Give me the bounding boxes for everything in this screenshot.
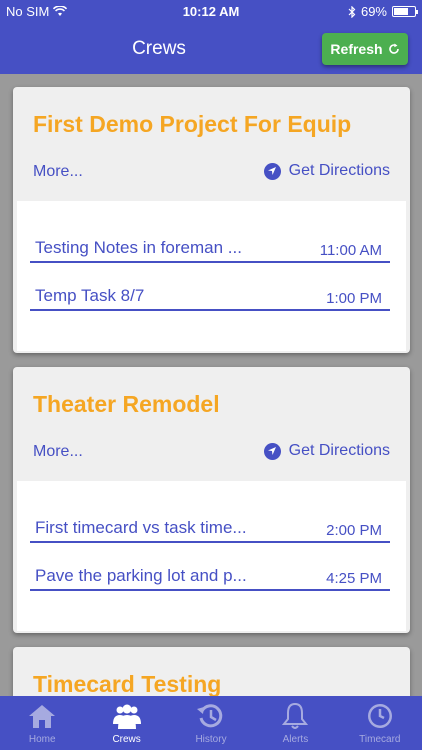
task-name: Temp Task 8/7 [35, 286, 145, 305]
tab-label: History [195, 734, 227, 745]
tab-label: Home [28, 734, 56, 745]
task-name: Pave the parking lot and p... [35, 566, 247, 585]
tab-label: Timecard [359, 734, 401, 745]
tab-label: Alerts [282, 734, 309, 745]
nav-bar: Crews Refresh [0, 24, 422, 74]
task-row[interactable]: Temp Task 8/7 1:00 PM [30, 283, 390, 311]
project-title: Timecard Testing [33, 671, 222, 696]
task-row[interactable]: Pave the parking lot and p... 4:25 PM [30, 563, 390, 591]
task-time: 2:00 PM [326, 522, 382, 539]
status-bar: No SIM 10:12 AM 69% [0, 0, 422, 24]
tab-alerts[interactable]: Alerts [253, 696, 337, 750]
get-directions-label: Get Directions [288, 162, 390, 179]
navigation-arrow-icon [263, 162, 281, 180]
clock-icon [367, 704, 392, 728]
crew-list[interactable]: First Demo Project For Equip More... Get… [0, 74, 422, 696]
task-row[interactable]: Testing Notes in foreman ... 11:00 AM [30, 235, 390, 263]
history-icon [197, 704, 223, 728]
task-time: 11:00 AM [319, 242, 382, 259]
refresh-button[interactable]: Refresh [322, 33, 408, 65]
more-link[interactable]: More... [33, 163, 83, 181]
home-icon [29, 705, 56, 728]
tab-timecard[interactable]: Timecard [338, 696, 422, 750]
get-directions-label: Get Directions [288, 442, 390, 459]
status-right: 69% [348, 4, 418, 19]
get-directions-button[interactable]: Get Directions [263, 162, 390, 180]
task-row[interactable]: First timecard vs task time... 2:00 PM [30, 515, 390, 543]
page-title: Crews [132, 38, 186, 59]
task-list: Testing Notes in foreman ... 11:00 AM Te… [17, 201, 406, 351]
tab-label: Crews [112, 734, 141, 745]
project-title: First Demo Project For Equip [33, 111, 352, 137]
refresh-icon [388, 43, 399, 54]
task-time: 1:00 PM [326, 290, 382, 307]
navigation-arrow-icon [263, 442, 281, 460]
task-time: 4:25 PM [326, 570, 382, 587]
task-name: First timecard vs task time... [35, 518, 247, 537]
task-list: First timecard vs task time... 2:00 PM P… [17, 481, 406, 631]
crews-icon [112, 704, 141, 729]
bell-icon [282, 702, 309, 729]
tab-home[interactable]: Home [0, 696, 84, 750]
task-name: Testing Notes in foreman ... [35, 238, 242, 257]
tab-bar: Home Crews History Alerts Timecard [0, 696, 422, 750]
project-card: Theater Remodel More... Get Directions F… [13, 367, 410, 633]
more-link[interactable]: More... [33, 443, 83, 461]
bluetooth-icon [348, 5, 356, 18]
project-card: First Demo Project For Equip More... Get… [13, 87, 410, 353]
project-title: Theater Remodel [33, 391, 220, 417]
battery-percent: 69% [360, 4, 387, 19]
get-directions-button[interactable]: Get Directions [263, 442, 390, 460]
tab-crews[interactable]: Crews [84, 696, 168, 750]
tab-history[interactable]: History [169, 696, 253, 750]
battery-icon [392, 6, 418, 17]
refresh-label: Refresh [330, 41, 383, 57]
project-card: Timecard Testing [13, 647, 410, 696]
